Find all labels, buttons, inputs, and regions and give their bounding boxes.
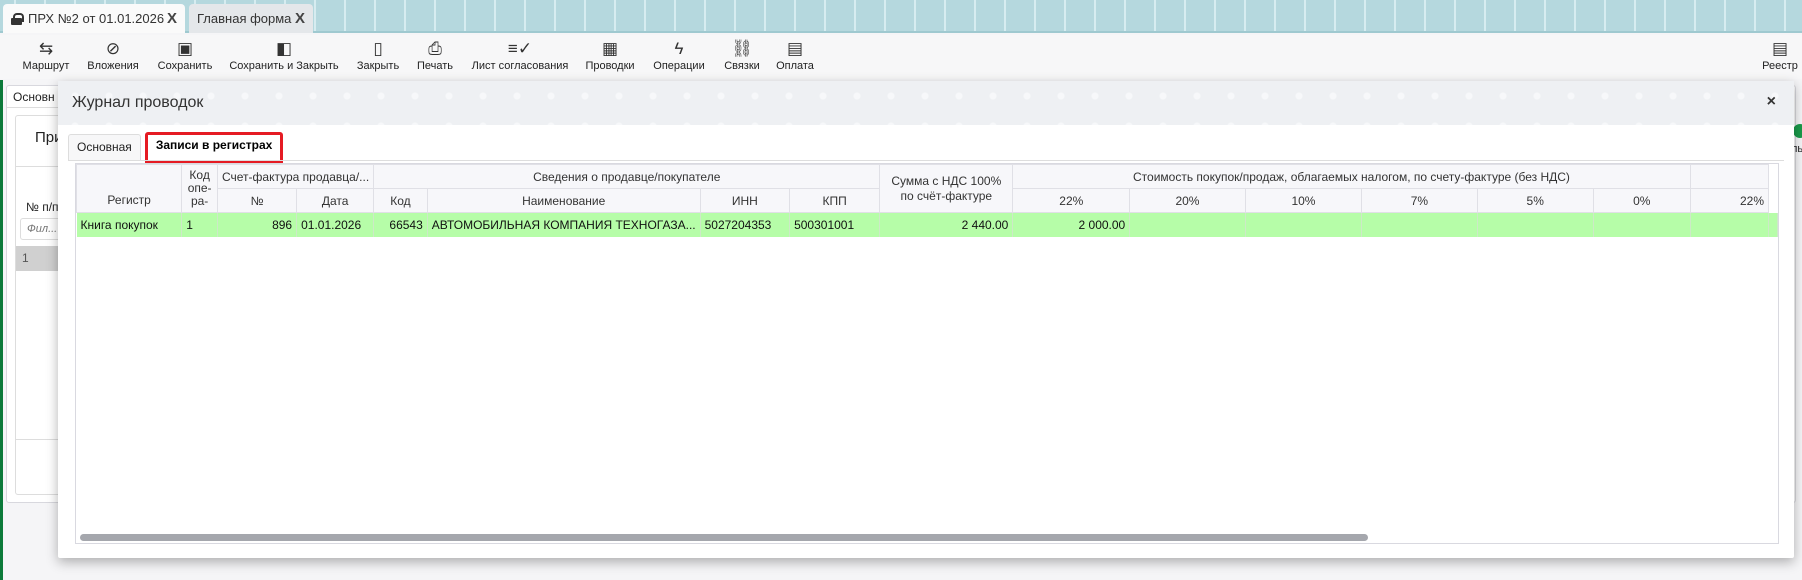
toolbar-button-close-door[interactable]: ▯ Закрыть <box>357 38 399 72</box>
subheader-cell[interactable]: 10% <box>1244 188 1363 213</box>
toolbar-label: Сохранить <box>157 60 213 72</box>
subheader-cell[interactable]: 0% <box>1592 188 1691 213</box>
modal-tabs: Основная Записи в регистрах <box>68 132 284 164</box>
registry-icon: ▤ <box>1771 39 1789 58</box>
subheader-cell[interactable]: ИНН <box>699 188 791 213</box>
tab-label: ПРХ №2 от 01.01.2026 <box>28 11 165 26</box>
table-cell: Книга покупок <box>76 212 183 237</box>
close-door-icon: ▯ <box>373 39 383 58</box>
table-cell: 2 440.00 <box>879 212 1014 237</box>
subheader-cell[interactable]: 22% <box>1012 188 1131 213</box>
route-icon: ⇆ <box>38 39 54 58</box>
table-cell <box>1477 212 1594 237</box>
header-sum[interactable]: Сумма с НДС 100% по счёт-фактуре <box>879 164 1014 213</box>
tab-basic[interactable]: Основная <box>68 134 141 160</box>
table-cell: 500301001 <box>789 212 881 237</box>
table-cell: 01.01.2026 <box>296 212 375 237</box>
registry-button[interactable]: ▤ Реестр <box>1762 38 1798 72</box>
toolbar-label: Проводки <box>585 60 635 72</box>
header-invoice[interactable]: Счет-фактура продавца/... <box>216 164 375 189</box>
paperclip-icon: ⊘ <box>105 39 121 58</box>
column-header-num: № п/п <box>26 200 59 214</box>
toolbar-button-link[interactable]: ⛓ Связки <box>724 38 760 72</box>
toolbar-button-checklist[interactable]: ≡✓ Лист согласования <box>472 38 569 72</box>
toolbar-label: Маршрут <box>22 60 70 72</box>
toolbar-label: Оплата <box>776 60 814 72</box>
table-cell: 5027204353 <box>700 212 791 237</box>
toolbar-button-calculator[interactable]: ▦ Проводки <box>585 38 634 72</box>
subheader-cell[interactable]: Дата <box>296 188 375 213</box>
subheader-cell[interactable]: 22% <box>1689 188 1770 213</box>
header-seller[interactable]: Сведения о продавце/покупателе <box>373 164 881 189</box>
tab-main-form[interactable]: Главная форма X <box>189 4 313 33</box>
subheader-cell[interactable]: 20% <box>1129 188 1246 213</box>
modal-title: Журнал проводок <box>72 94 204 111</box>
toolbar-label: Операции <box>653 60 705 72</box>
lightning-icon: ϟ <box>674 39 684 58</box>
records-table: Регистр Код опе-ра- Счет-фактура продавц… <box>76 164 1778 237</box>
table-cell: 896 <box>217 212 298 237</box>
table-cell <box>1690 212 1770 237</box>
left-edge-bar <box>0 80 3 580</box>
money-icon: ▤ <box>786 39 804 58</box>
header-empty <box>1689 164 1770 189</box>
table-cell <box>1245 212 1363 237</box>
toolbar-label: Вложения <box>87 60 139 72</box>
toolbar-label: Реестр <box>1762 60 1798 72</box>
table-cell: 2 000.00 <box>1012 212 1131 237</box>
toolbar-label: Связки <box>724 60 760 72</box>
register-records-grid: Регистр Код опе-ра- Счет-фактура продавц… <box>75 163 1779 544</box>
table-cell: АВТОМОБИЛЬНАЯ КОМПАНИЯ ТЕХНОГАЗА... <box>427 212 701 237</box>
toolbar-button-print[interactable]: ⎙ Печать <box>417 38 453 72</box>
print-icon: ⎙ <box>428 39 442 58</box>
lock-icon <box>11 12 24 25</box>
header-cost[interactable]: Стоимость покупок/продаж, облагаемых нал… <box>1012 164 1691 189</box>
table-cell <box>1593 212 1691 237</box>
toolbar-button-save[interactable]: ▣ Сохранить <box>158 38 213 72</box>
toolbar-label: Печать <box>416 60 454 72</box>
document-tab-bar: ПРХ №2 от 01.01.2026 X Главная форма X <box>0 0 1802 33</box>
checklist-icon: ≡✓ <box>507 39 533 58</box>
subheader-cell[interactable]: № <box>216 188 298 213</box>
toolbar-label: Закрыть <box>356 60 400 72</box>
toolbar: ⇆ Маршрут ⊘ Вложения ▣ Сохранить ◧ Сохранить и … <box>0 35 1802 79</box>
toggle-switch[interactable] <box>1793 124 1802 138</box>
subheader-cell[interactable]: 7% <box>1361 188 1478 213</box>
save-icon: ▣ <box>176 39 194 58</box>
table-cell <box>1129 212 1246 237</box>
table-cell: 66543 <box>373 212 428 237</box>
tab-label: Главная форма <box>197 11 292 26</box>
journal-modal: Журнал проводок × Основная Записи в реги… <box>58 81 1794 558</box>
toolbar-button-route[interactable]: ⇆ Маршрут <box>23 38 70 72</box>
header-register[interactable]: Регистр <box>76 164 183 213</box>
table-cell <box>1361 212 1478 237</box>
tab-prh-document[interactable]: ПРХ №2 от 01.01.2026 X <box>3 4 185 33</box>
toolbar-button-money[interactable]: ▤ Оплата <box>776 38 814 72</box>
horizontal-scrollbar[interactable] <box>80 534 1368 541</box>
toolbar-button-save-close[interactable]: ◧ Сохранить и Закрыть <box>229 38 338 72</box>
header-op-code[interactable]: Код опе-ра- <box>181 164 218 213</box>
subheader-cell[interactable]: 5% <box>1476 188 1594 213</box>
modal-header: Журнал проводок <box>58 81 1794 125</box>
table-cell <box>1768 212 1778 237</box>
link-icon: ⛓ <box>731 39 753 58</box>
calculator-icon: ▦ <box>601 39 619 58</box>
table-cell: 1 <box>181 212 218 237</box>
subheader-cell[interactable]: КПП <box>789 188 881 213</box>
save-close-icon: ◧ <box>275 39 293 58</box>
close-icon[interactable]: X <box>167 10 177 27</box>
table-row[interactable]: Книга покупок 1 896 01.01.2026 66543 АВТОМОБИ… <box>76 212 1778 237</box>
close-icon[interactable]: X <box>295 10 305 27</box>
close-icon[interactable]: × <box>1767 93 1776 111</box>
subheader-cell[interactable]: Код <box>373 188 428 213</box>
toolbar-label: Лист согласования <box>471 60 569 72</box>
toolbar-button-lightning[interactable]: ϟ Операции <box>653 38 704 72</box>
toolbar-button-paperclip[interactable]: ⊘ Вложения <box>87 38 139 72</box>
subheader-cell[interactable]: Наименование <box>426 188 701 213</box>
toolbar-label: Сохранить и Закрыть <box>229 60 339 72</box>
